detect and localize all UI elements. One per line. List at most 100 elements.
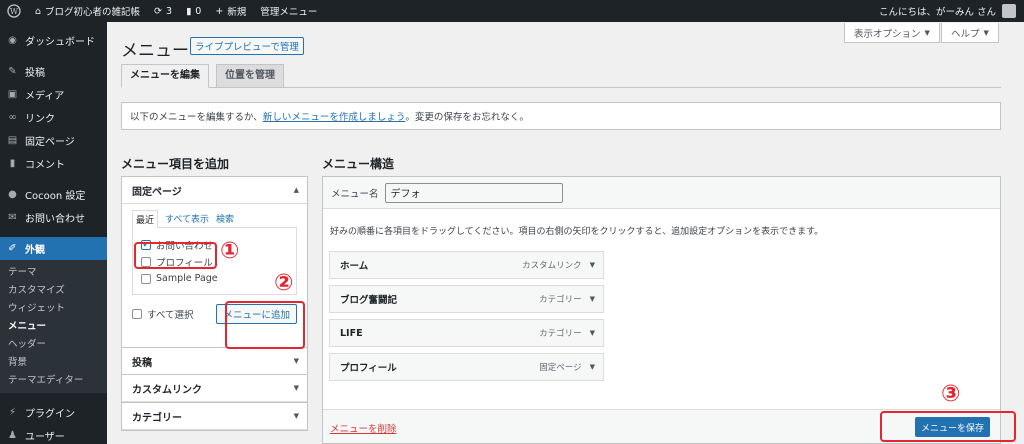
select-all-checkbox[interactable]: すべて選択	[132, 306, 193, 323]
sidebar-item-appearance[interactable]: ✐ 外観	[0, 237, 107, 260]
pin-icon: ✎	[8, 66, 17, 77]
dropdown-arrow-icon: ▼	[924, 28, 930, 37]
delete-menu-link[interactable]: メニューを削除	[330, 421, 397, 435]
annotation-number-1: ①	[220, 238, 240, 264]
menu-item-home[interactable]: ホーム カスタムリンク ▼	[329, 251, 604, 279]
my-account[interactable]: こんにちは、がーみん さん	[872, 0, 1024, 22]
add-menu-items-heading: メニュー項目を追加	[121, 157, 230, 171]
admin-bar: W ⌂ ブログ初心者の雑記帳 ⟳ 3 ▮ 0 + 新規 管理メニュー こんにちは…	[0, 0, 1024, 22]
sidebar-item-plugins[interactable]: ⚡ プラグイン	[0, 401, 107, 424]
dropdown-arrow-icon[interactable]: ▼	[590, 329, 595, 337]
list-item[interactable]: ✔ お問い合わせ	[141, 236, 288, 253]
menu-structure-heading: メニュー構造	[322, 157, 395, 171]
list-item[interactable]: プロフィール	[141, 253, 288, 270]
user-icon: ♟	[8, 430, 17, 441]
home-icon: ⌂	[35, 5, 42, 17]
dropdown-arrow-icon: ▼	[983, 28, 989, 37]
help-button[interactable]: ヘルプ ▼	[941, 23, 999, 43]
screen-options-button[interactable]: 表示オプション ▼	[844, 23, 940, 43]
annotation-number-3: ③	[941, 381, 961, 407]
sidebar-item-contact[interactable]: ✉ お問い合わせ	[0, 206, 107, 229]
comments-link[interactable]: ▮ 0	[179, 0, 208, 22]
categories-accordion: カテゴリー ▼	[121, 402, 308, 431]
pages-accordion-header[interactable]: 固定ページ ▲	[122, 177, 307, 204]
posts-accordion: 投稿 ▼	[121, 347, 308, 376]
sidebar-item-comments[interactable]: ▮ コメント	[0, 152, 107, 175]
sidebar-item-links[interactable]: ∞ リンク	[0, 106, 107, 129]
categories-accordion-header[interactable]: カテゴリー ▼	[122, 403, 307, 430]
custom-links-accordion: カスタムリンク ▼	[121, 374, 308, 403]
comment-icon: ▮	[186, 5, 192, 17]
menu-item-profile[interactable]: プロフィール 固定ページ ▼	[329, 353, 604, 381]
manage-menu-link[interactable]: 管理メニュー	[253, 0, 324, 22]
submenu-item-menus[interactable]: メニュー	[0, 318, 107, 336]
sidebar-item-cocoon[interactable]: ● Cocoon 設定	[0, 183, 107, 206]
site-name-link[interactable]: ⌂ ブログ初心者の雑記帳	[28, 0, 147, 22]
menu-name-input[interactable]: デフォ	[384, 182, 563, 203]
sidebar-item-media[interactable]: ▣ メディア	[0, 83, 107, 106]
tab-search[interactable]: 検索	[216, 212, 234, 225]
menu-structure-panel: メニュー名 デフォ 好みの順番に各項目をドラッグしてください。項目の右側の矢印を…	[322, 176, 1001, 444]
dashboard-icon: ◉	[8, 35, 17, 46]
pages-accordion: 固定ページ ▲ 最近 すべて表示 検索 ✔ お問い合わせ プロフィール Sampl…	[121, 176, 308, 348]
tab-manage-locations[interactable]: 位置を管理	[216, 64, 284, 88]
svg-text:W: W	[10, 7, 19, 16]
save-menu-button[interactable]: メニューを保存	[915, 417, 990, 437]
sidebar-item-pages[interactable]: ▤ 固定ページ	[0, 129, 107, 152]
collapse-arrow-icon: ▲	[293, 186, 299, 194]
checkbox[interactable]	[141, 273, 151, 284]
submenu-item-themes[interactable]: テーマ	[0, 264, 107, 282]
appearance-submenu: テーマ カスタマイズ ウィジェット メニュー ヘッダー 背景 テーマエディター	[0, 260, 107, 393]
menu-item-life[interactable]: LIFE カテゴリー ▼	[329, 319, 604, 347]
media-icon: ▣	[7, 89, 18, 100]
create-new-menu-link[interactable]: 新しいメニューを作成しましょう	[263, 109, 406, 123]
plus-icon: +	[215, 5, 224, 17]
manage-menus-notice: 以下のメニューを編集するか、 新しいメニューを作成しましょう 。変更の保存をお忘れな…	[121, 102, 1001, 130]
add-to-menu-button[interactable]: メニューに追加	[216, 304, 297, 324]
new-content-link[interactable]: + 新規	[208, 0, 253, 22]
sidebar-item-posts[interactable]: ✎ 投稿	[0, 60, 107, 83]
checkbox[interactable]	[141, 256, 151, 267]
page-title: メニュー	[121, 41, 189, 61]
pages-panel: 最近 すべて表示 検索 ✔ お問い合わせ プロフィール Sample Page す…	[122, 204, 307, 333]
brush-icon: ✐	[8, 243, 17, 254]
expand-arrow-icon: ▼	[293, 357, 299, 365]
custom-links-accordion-header[interactable]: カスタムリンク ▼	[122, 375, 307, 402]
submenu-item-background[interactable]: 背景	[0, 354, 107, 372]
dropdown-arrow-icon[interactable]: ▼	[590, 295, 595, 303]
dropdown-arrow-icon[interactable]: ▼	[590, 261, 595, 269]
sidebar-item-users[interactable]: ♟ ユーザー	[0, 424, 107, 444]
menu-item-blog[interactable]: ブログ奮闘記 カテゴリー ▼	[329, 285, 604, 313]
link-icon: ∞	[8, 112, 17, 123]
dropdown-arrow-icon[interactable]: ▼	[590, 363, 595, 371]
annotation-number-2: ②	[274, 270, 294, 296]
wordpress-icon: W	[7, 4, 21, 18]
tab-view-all[interactable]: すべて表示	[165, 212, 209, 225]
submenu-item-customize[interactable]: カスタマイズ	[0, 282, 107, 300]
main-content: 表示オプション ▼ ヘルプ ▼ メニュー ライブプレビューで管理 メニューを編集 位…	[107, 22, 1024, 444]
refresh-icon: ⟳	[154, 5, 163, 17]
submenu-item-theme-editor[interactable]: テーマエディター	[0, 372, 107, 390]
updates-link[interactable]: ⟳ 3	[147, 0, 179, 22]
page-icon: ▤	[7, 135, 18, 146]
tab-most-recent[interactable]: 最近	[132, 209, 159, 228]
admin-sidebar: ◉ ダッシュボード ✎ 投稿 ▣ メディア ∞ リンク ▤ 固定ページ ▮ コメント ● Co…	[0, 22, 107, 444]
cocoon-icon: ●	[8, 189, 17, 200]
wordpress-logo[interactable]: W	[0, 0, 28, 22]
live-preview-button[interactable]: ライブプレビューで管理	[190, 37, 304, 55]
drag-instruction: 好みの順番に各項目をドラッグしてください。項目の右側の矢印をクリックすると、追加…	[330, 227, 824, 237]
checkbox[interactable]	[132, 309, 142, 319]
tab-edit-menus[interactable]: メニューを編集	[121, 64, 209, 88]
submenu-item-header[interactable]: ヘッダー	[0, 336, 107, 354]
sidebar-item-dashboard[interactable]: ◉ ダッシュボード	[0, 29, 107, 52]
pages-tabs: 最近 すべて表示 検索	[132, 209, 297, 228]
menu-name-row: メニュー名 デフォ	[323, 177, 1000, 209]
avatar	[1002, 4, 1016, 18]
menu-structure-footer: メニューを削除 メニューを保存	[323, 409, 1000, 443]
posts-accordion-header[interactable]: 投稿 ▼	[122, 348, 307, 375]
list-item[interactable]: Sample Page	[141, 270, 288, 287]
submenu-item-widgets[interactable]: ウィジェット	[0, 300, 107, 318]
mail-icon: ✉	[8, 212, 17, 223]
pages-actions: すべて選択 メニューに追加	[132, 295, 297, 333]
checkbox-checked[interactable]: ✔	[141, 239, 151, 250]
